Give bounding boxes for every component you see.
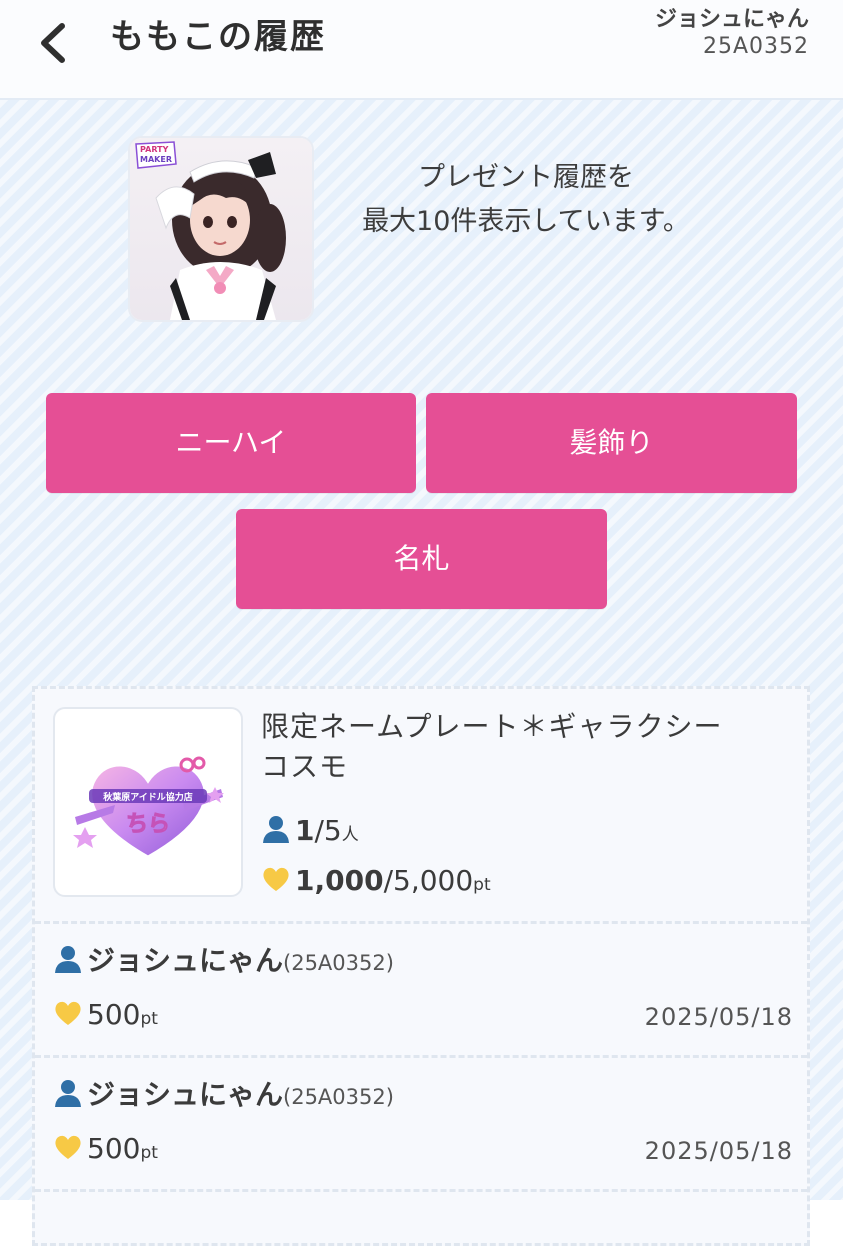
item-name-line-1: 限定ネームプレート＊ギャラクシー bbox=[261, 710, 723, 743]
entry-points-unit: pt bbox=[140, 1143, 158, 1163]
entry-points-unit: pt bbox=[140, 1009, 158, 1029]
supporters-current: 1 bbox=[295, 814, 315, 847]
item-name: 限定ネームプレート＊ギャラクシー コスモ bbox=[261, 707, 791, 787]
points-unit: pt bbox=[473, 875, 491, 895]
points-current: 1,000 bbox=[295, 864, 384, 897]
present-history-card: 秋葉原アイドル協力店 ちら 限定ネームプレート＊ギャラクシー コスモ 1/5人 … bbox=[32, 686, 810, 1246]
idol-portrait-image: PARTY MAKER bbox=[130, 138, 312, 320]
divider bbox=[35, 921, 807, 924]
entry-user-id: (25A0352) bbox=[283, 951, 394, 975]
supporters-total: /5 bbox=[314, 814, 342, 847]
name-plate-image: 秋葉原アイドル協力店 ちら bbox=[73, 756, 224, 859]
entry-user-name: ジョシュにゃん bbox=[87, 1078, 284, 1111]
entry-user: ジョシュにゃん(25A0352) bbox=[53, 1075, 394, 1117]
category-button-name-tag[interactable]: 名札 bbox=[236, 509, 607, 609]
person-icon bbox=[263, 816, 289, 843]
entry-points: 500pt bbox=[53, 995, 158, 1039]
divider bbox=[35, 1055, 807, 1058]
main-content: PARTY MAKER プレゼント履歴を 最大10件表示しています。 ニーハイ … bbox=[0, 100, 843, 1246]
entry-user-name: ジョシュにゃん bbox=[87, 944, 284, 977]
chevron-left-icon[interactable] bbox=[30, 18, 80, 68]
points-total: /5,000 bbox=[383, 864, 474, 897]
plate-caption: 秋葉原アイドル協力店 bbox=[102, 791, 193, 803]
entry-user-id: (25A0352) bbox=[283, 1085, 394, 1109]
app-header: ももこの履歴 ジョシュにゃん 25A0352 bbox=[0, 0, 843, 100]
intro-text: プレゼント履歴を 最大10件表示しています。 bbox=[316, 156, 736, 244]
intro-line-1: プレゼント履歴を bbox=[418, 162, 634, 193]
svg-text:MAKER: MAKER bbox=[140, 155, 172, 164]
heart-icon bbox=[55, 1001, 81, 1025]
category-button-kneehigh[interactable]: ニーハイ bbox=[46, 393, 416, 493]
entry-points-value: 500 bbox=[87, 998, 141, 1031]
entry-points: 500pt bbox=[53, 1129, 158, 1173]
plate-name: ちら bbox=[126, 812, 170, 837]
category-button-hair-accessory[interactable]: 髪飾り bbox=[426, 393, 797, 493]
entry-points-value: 500 bbox=[87, 1132, 141, 1165]
person-icon bbox=[55, 1080, 81, 1107]
entry-date: 2025/05/18 bbox=[644, 1137, 793, 1165]
user-info: ジョシュにゃん 25A0352 bbox=[655, 6, 809, 60]
heart-icon bbox=[55, 1135, 81, 1159]
user-id: 25A0352 bbox=[702, 34, 809, 59]
intro-line-2: 最大10件表示しています。 bbox=[362, 206, 690, 237]
entry-user: ジョシュにゃん(25A0352) bbox=[53, 941, 394, 983]
person-icon bbox=[55, 946, 81, 973]
svg-text:PARTY: PARTY bbox=[140, 145, 169, 154]
supporters-stat: 1/5人 bbox=[261, 811, 359, 855]
heart-icon bbox=[263, 867, 289, 891]
user-name: ジョシュにゃん bbox=[654, 7, 809, 32]
divider bbox=[35, 1189, 807, 1192]
page-title: ももこの履歴 bbox=[110, 17, 326, 57]
item-name-line-2: コスモ bbox=[261, 750, 349, 783]
entry-date: 2025/05/18 bbox=[644, 1003, 793, 1031]
history-entry: ジョシュにゃん(25A0352) 500pt 2025/05/18 bbox=[53, 941, 793, 1061]
item-thumbnail: 秋葉原アイドル協力店 ちら bbox=[53, 707, 243, 897]
idol-photo: PARTY MAKER bbox=[128, 136, 314, 322]
points-stat: 1,000/5,000pt bbox=[261, 861, 491, 905]
history-entry: ジョシュにゃん(25A0352) 500pt 2025/05/18 bbox=[53, 1075, 793, 1195]
supporters-unit: 人 bbox=[341, 825, 359, 845]
